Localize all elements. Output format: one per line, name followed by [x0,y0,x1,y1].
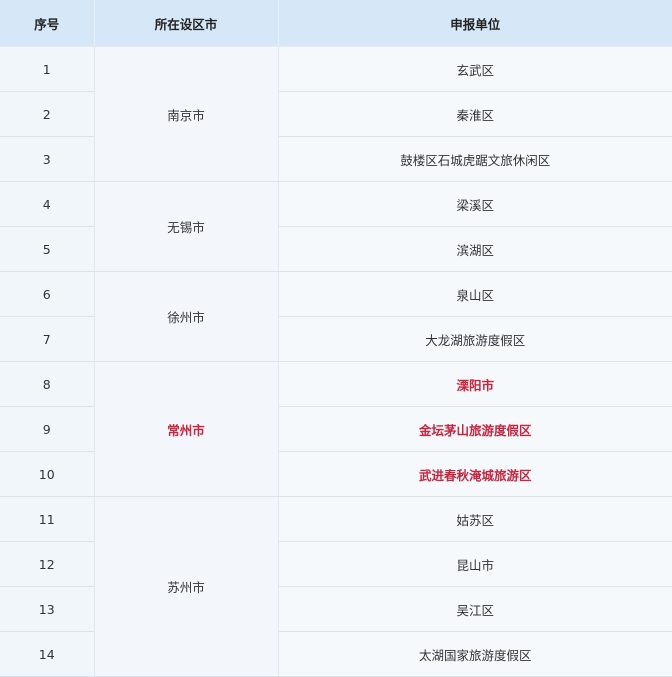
unit-cell: 鼓楼区石城虎踞文旅休闲区 [278,136,672,182]
table-row: 8 常州市 溧阳市 [0,361,672,497]
header-row: 序号 所在设区市 申报单位 [0,0,672,47]
city-cell: 徐州市 [94,271,279,362]
row-number: 14 [0,631,95,677]
header-index: 序号 [0,0,95,47]
row-number: 1 [0,46,95,92]
table-row: 11 苏州市 姑苏区 [0,496,672,677]
city-cell: 南京市 [94,46,279,182]
row-number: 2 [0,91,95,137]
row-number: 13 [0,586,95,632]
unit-cell-highlighted: 金坛茅山旅游度假区 [278,406,672,452]
city-cell-highlighted: 常州市 [94,361,279,497]
row-number: 4 [0,181,95,227]
units-table: 序号 所在设区市 申报单位 1 南京市 玄武区 2 秦淮区 3 鼓楼区石城虎踞文… [0,0,672,677]
table-row: 4 无锡市 梁溪区 [0,181,672,272]
row-number: 12 [0,541,95,587]
unit-cell: 泉山区 [278,271,672,317]
unit-cell: 梁溪区 [278,181,672,227]
unit-cell: 玄武区 [278,46,672,92]
table-row: 6 徐州市 泉山区 [0,271,672,362]
row-number: 9 [0,406,95,452]
row-number: 7 [0,316,95,362]
row-number: 8 [0,361,95,407]
row-number: 3 [0,136,95,182]
unit-cell-highlighted: 武进春秋淹城旅游区 [278,451,672,497]
city-cell: 无锡市 [94,181,279,272]
header-city: 所在设区市 [94,0,279,47]
unit-cell: 姑苏区 [278,496,672,542]
unit-cell: 太湖国家旅游度假区 [278,631,672,677]
unit-cell: 秦淮区 [278,91,672,137]
unit-cell: 滨湖区 [278,226,672,272]
unit-cell: 昆山市 [278,541,672,587]
row-number: 6 [0,271,95,317]
unit-cell-highlighted: 溧阳市 [278,361,672,407]
unit-cell: 大龙湖旅游度假区 [278,316,672,362]
table-row: 1 南京市 玄武区 [0,46,672,182]
header-unit: 申报单位 [278,0,672,47]
row-number: 11 [0,496,95,542]
unit-cell: 吴江区 [278,586,672,632]
city-cell: 苏州市 [94,496,279,677]
row-number: 5 [0,226,95,272]
row-number: 10 [0,451,95,497]
